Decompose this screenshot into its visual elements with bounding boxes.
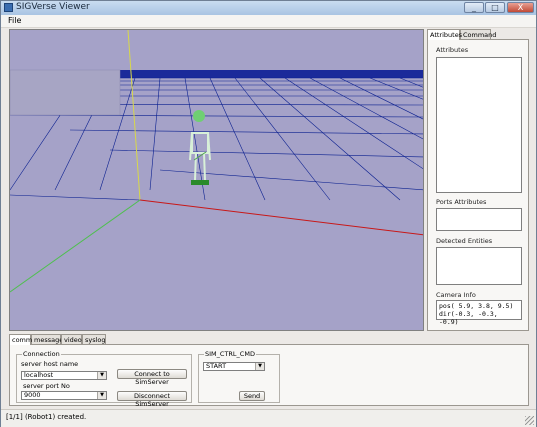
status-bar: [1/1] (Robot1) created. [1, 409, 536, 427]
menu-file[interactable]: File [8, 16, 21, 25]
disconnect-button[interactable]: Disconnect SimServer [117, 391, 187, 408]
attributes-label: Attributes [436, 46, 469, 54]
attributes-tab-body: Attributes Ports Attributes Detected Ent… [427, 39, 529, 331]
server-port-label: server port No [23, 382, 70, 390]
connection-group-label: Connection [22, 350, 61, 358]
connect-button[interactable]: Connect to SimServer [117, 369, 187, 386]
robot-left-arm [189, 132, 193, 161]
sim-ctrl-cmd-label: SIM_CTRL_CMD [204, 350, 256, 358]
server-port-value: 9000 [24, 391, 41, 399]
3d-viewport[interactable] [9, 29, 424, 331]
server-host-select[interactable]: localhost ▼ [21, 371, 107, 380]
title-bar: SIGVerse Viewer _ □ X [1, 1, 536, 16]
camera-pos: pos( 5.9, 3.8, 9.5) [439, 302, 514, 310]
tab-attributes[interactable]: Attributes [427, 29, 462, 40]
sim-command-value: START [206, 362, 227, 370]
x-axis-line [139, 199, 423, 236]
app-window: SIGVerse Viewer _ □ X File Attributes Co… [0, 0, 537, 427]
detected-entities-list[interactable] [436, 247, 522, 285]
tab-video[interactable]: video [61, 334, 82, 344]
bottom-panel: comm messages video syslog Connection se… [9, 334, 529, 408]
minimize-button[interactable]: _ [464, 2, 484, 13]
robot-left-leg [194, 152, 197, 181]
camera-info-label: Camera Info [436, 291, 476, 299]
ports-attributes-label: Ports Attributes [436, 198, 487, 206]
sim-command-select[interactable]: START ▼ [203, 362, 265, 371]
chevron-down-icon: ▼ [97, 392, 106, 399]
resize-grip-icon[interactable] [525, 416, 534, 425]
comm-tab-body: Connection server host name localhost ▼ … [9, 344, 529, 408]
chevron-down-icon: ▼ [97, 372, 106, 379]
tab-messages[interactable]: messages [31, 334, 67, 344]
camera-dir: dir(-0.3, -0.3, -0.9) [439, 310, 498, 326]
app-icon [4, 3, 13, 12]
status-message: [1/1] (Robot1) created. [6, 413, 87, 421]
tab-syslog[interactable]: syslog [82, 334, 106, 344]
robot-head [193, 110, 205, 122]
robot-feet [191, 180, 209, 185]
window-title: SIGVerse Viewer [16, 2, 90, 12]
tab-command[interactable]: Command [460, 29, 496, 39]
server-host-label: server host name [21, 360, 79, 368]
maximize-button[interactable]: □ [485, 2, 505, 13]
scene-box [10, 69, 121, 116]
scene-canvas [10, 30, 423, 293]
detected-entities-label: Detected Entities [436, 237, 493, 245]
z-axis-line [10, 199, 141, 293]
sim-ctrl-cmd-group: SIM_CTRL_CMD START ▼ Send [198, 350, 280, 403]
close-button[interactable]: X [507, 2, 534, 13]
tab-comm[interactable]: comm [9, 334, 32, 345]
server-host-value: localhost [24, 371, 54, 379]
send-button[interactable]: Send [239, 391, 265, 401]
y-axis-line [127, 30, 141, 201]
ports-attributes-list[interactable] [436, 208, 522, 231]
attributes-list[interactable] [436, 57, 522, 193]
side-panel: Attributes Command Attributes Ports Attr… [427, 29, 529, 331]
robot-right-leg [203, 152, 206, 181]
robot-right-arm [207, 132, 211, 161]
server-port-select[interactable]: 9000 ▼ [21, 391, 107, 400]
chevron-down-icon: ▼ [255, 363, 264, 370]
connection-group: Connection server host name localhost ▼ … [16, 350, 192, 408]
camera-info-box: pos( 5.9, 3.8, 9.5) dir(-0.3, -0.3, -0.9… [436, 300, 522, 326]
menu-bar: File [1, 15, 536, 28]
